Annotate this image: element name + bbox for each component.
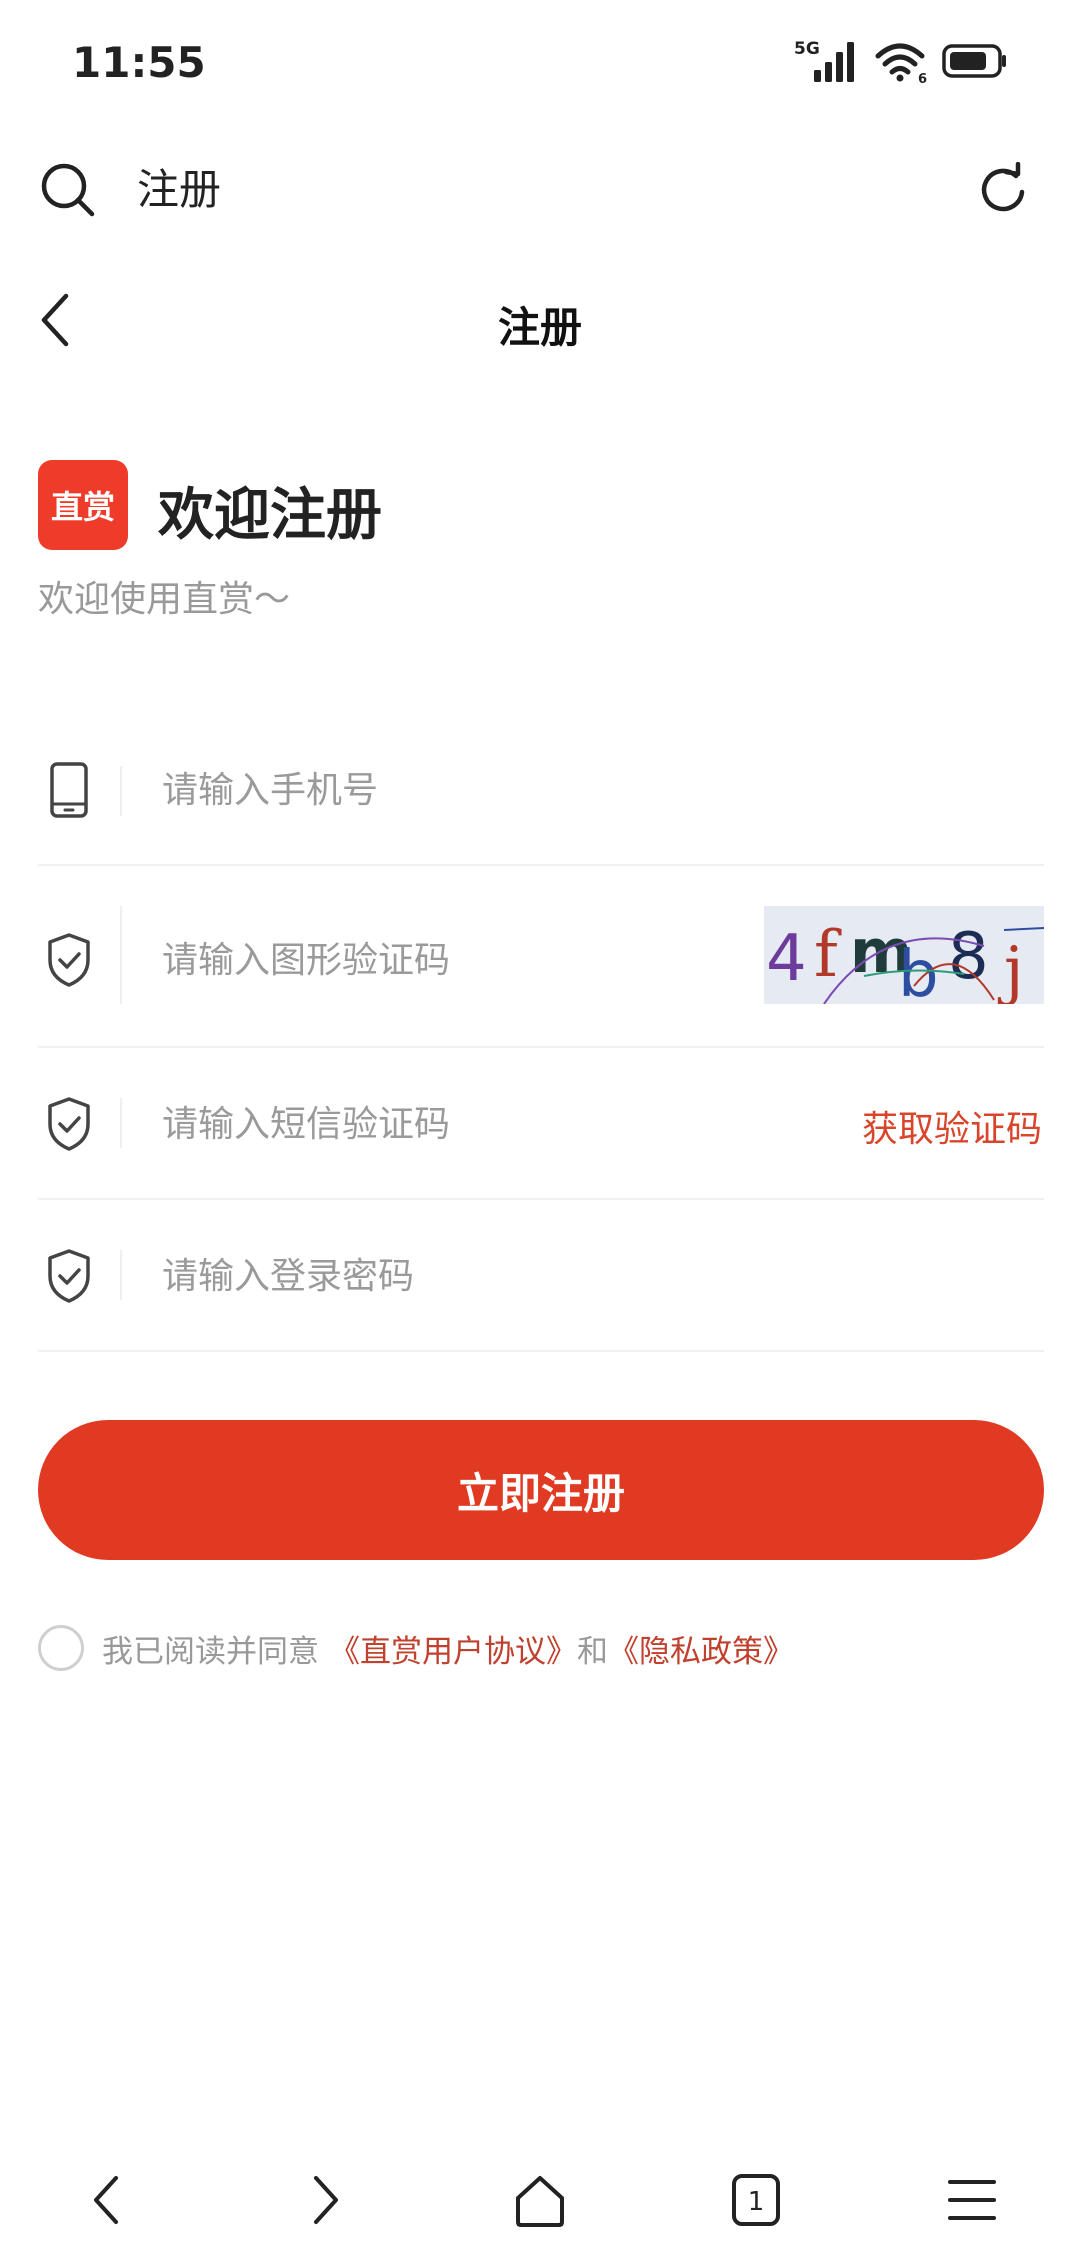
tabs-icon[interactable]: 1 bbox=[726, 2170, 786, 2230]
agreement-and: 和 bbox=[577, 1633, 608, 1670]
phone-input[interactable] bbox=[162, 760, 722, 820]
phone-icon bbox=[50, 762, 88, 818]
welcome-subtitle: 欢迎使用直赏～ bbox=[38, 579, 291, 620]
row-divider bbox=[120, 766, 122, 816]
user-agreement-link[interactable]: 《直赏用户协议》 bbox=[329, 1626, 577, 1671]
row-divider bbox=[120, 1250, 122, 1300]
svg-text:4: 4 bbox=[766, 922, 807, 996]
row-divider bbox=[120, 906, 122, 1004]
captcha-input[interactable] bbox=[162, 930, 682, 990]
agreement-row: 我已阅读并同意 《直赏用户协议》 和 《隐私政策》 bbox=[38, 1624, 794, 1672]
svg-text:5G: 5G bbox=[794, 39, 820, 59]
svg-text:1: 1 bbox=[748, 2187, 765, 2217]
agreement-checkbox[interactable] bbox=[38, 1625, 84, 1671]
refresh-icon[interactable] bbox=[976, 162, 1032, 218]
wifi-icon: 6 bbox=[875, 43, 927, 84]
cellular-signal-icon: 5G bbox=[794, 39, 854, 82]
page-title: 注册 bbox=[497, 303, 582, 352]
privacy-policy-link[interactable]: 《隐私政策》 bbox=[608, 1626, 794, 1671]
search-icon[interactable] bbox=[40, 162, 96, 218]
sms-row: 获取验证码 bbox=[38, 1048, 1044, 1200]
shield-check-icon bbox=[48, 1249, 90, 1303]
battery-icon bbox=[942, 44, 1006, 78]
welcome-title: 欢迎注册 bbox=[158, 483, 382, 548]
phone-row bbox=[38, 730, 1044, 866]
get-sms-code-button[interactable]: 获取验证码 bbox=[862, 1100, 1042, 1152]
status-bar: 11:55 5G 6 bbox=[0, 0, 1080, 120]
page-header: 注册 bbox=[0, 270, 1080, 370]
address-text[interactable]: 注册 bbox=[137, 162, 221, 218]
status-icons: 5G 6 bbox=[794, 36, 1008, 86]
agreement-prefix: 我已阅读并同意 bbox=[102, 1633, 319, 1670]
browser-bottom-nav: 1 bbox=[0, 2150, 1080, 2250]
menu-icon[interactable] bbox=[942, 2170, 1002, 2230]
row-divider bbox=[120, 1098, 122, 1148]
shield-check-icon bbox=[48, 933, 90, 987]
app-logo: 直赏 bbox=[38, 460, 128, 550]
register-button[interactable]: 立即注册 bbox=[38, 1420, 1044, 1560]
home-icon[interactable] bbox=[510, 2170, 570, 2230]
password-row bbox=[38, 1200, 1044, 1352]
status-time: 11:55 bbox=[72, 38, 206, 87]
forward-icon[interactable] bbox=[294, 2170, 354, 2230]
svg-text:6: 6 bbox=[918, 72, 927, 84]
captcha-image[interactable]: 4 f m b 8 j bbox=[764, 906, 1044, 1004]
browser-address-bar[interactable]: 注册 bbox=[0, 140, 1080, 240]
shield-check-icon bbox=[48, 1097, 90, 1151]
back-icon[interactable] bbox=[78, 2170, 138, 2230]
sms-code-input[interactable] bbox=[162, 1094, 682, 1154]
password-input[interactable] bbox=[162, 1246, 722, 1306]
captcha-row: 4 f m b 8 j bbox=[38, 866, 1044, 1048]
tabs-frame-icon: 1 bbox=[732, 2174, 780, 2226]
